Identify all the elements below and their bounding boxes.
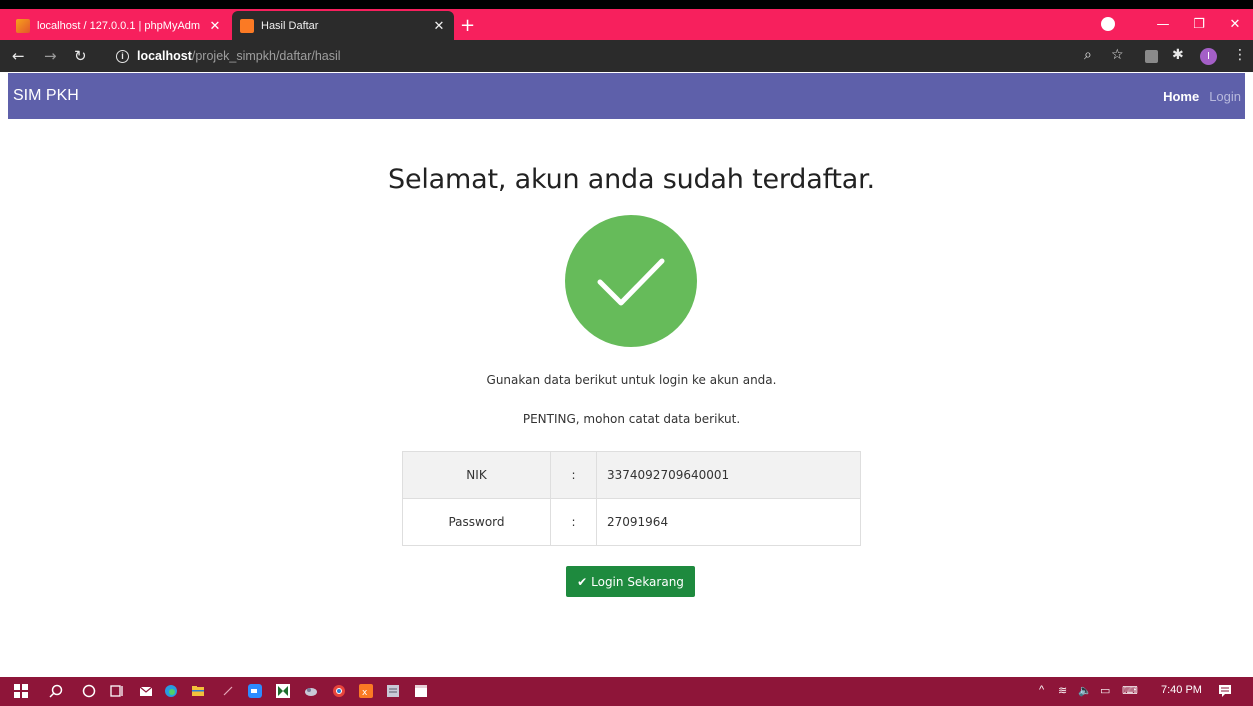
cortana-icon[interactable] <box>82 684 96 698</box>
restore-icon[interactable]: ❐ <box>1181 17 1217 32</box>
xampp-favicon-icon <box>240 18 254 33</box>
instruction-text: Gunakan data berikut untuk login ke akun… <box>486 373 777 387</box>
credential-value: 3374092709640001 <box>596 451 861 499</box>
credential-label: Password <box>402 498 551 546</box>
navbar-links: Home Login <box>1163 89 1241 104</box>
window-top-strip <box>0 0 1253 9</box>
windows-start-icon[interactable] <box>14 684 28 698</box>
keyboard-icon[interactable]: ⌨ <box>1122 684 1138 697</box>
url-path: /projek_simpkh/daftar/hasil <box>191 49 341 63</box>
window-controls: — ❐ ✕ <box>1145 9 1253 40</box>
credential-label: NIK <box>402 451 551 499</box>
important-notice: PENTING, mohon catat data berikut. <box>522 412 741 426</box>
credentials-table: NIK : 3374092709640001 Password : 270919… <box>402 451 861 546</box>
edge-browser-icon[interactable] <box>164 684 178 698</box>
new-tab-button[interactable]: + <box>460 17 475 35</box>
tab-close-icon[interactable]: ✕ <box>208 18 222 34</box>
volume-icon[interactable]: 🔈 <box>1078 684 1092 697</box>
credential-separator: : <box>550 451 597 499</box>
back-arrow-icon[interactable]: ← <box>12 47 25 65</box>
tab-title: localhost / 127.0.0.1 | phpMyAdm <box>37 19 201 32</box>
notification-center-icon[interactable] <box>1218 684 1232 698</box>
browser-tab-bar: localhost / 127.0.0.1 | phpMyAdm ✕ Hasil… <box>0 9 1253 40</box>
forward-arrow-icon[interactable]: → <box>44 47 57 65</box>
close-window-icon[interactable]: ✕ <box>1217 17 1253 32</box>
extension-icon[interactable] <box>1145 50 1158 63</box>
navbar-brand[interactable]: SIM PKH <box>13 87 79 105</box>
windows-taskbar: x ^ ≋ 🔈 ▭ ⌨ 7:40 PM <box>0 677 1253 706</box>
address-bar[interactable]: i localhost/projek_simpkh/daftar/hasil <box>104 44 1114 68</box>
document-app-icon[interactable] <box>386 684 400 698</box>
notepad-plus-icon[interactable] <box>276 684 290 698</box>
table-row: Password : 27091964 <box>402 498 861 546</box>
profile-avatar[interactable]: I <box>1200 48 1217 65</box>
zoom-icon[interactable]: ⌕ <box>1084 47 1092 63</box>
success-check-icon <box>565 215 697 347</box>
checkmark-icon: ✔ <box>577 574 588 589</box>
tab-close-icon[interactable]: ✕ <box>432 18 446 34</box>
zoom-app-icon[interactable] <box>248 684 262 698</box>
search-icon[interactable] <box>49 684 63 698</box>
login-button-label: Login Sekarang <box>591 574 684 589</box>
minimize-icon[interactable]: — <box>1145 17 1181 32</box>
extensions-puzzle-icon[interactable]: ✱ <box>1172 47 1184 63</box>
credential-value: 27091964 <box>596 498 861 546</box>
url-host: localhost <box>137 49 192 63</box>
page-title: Selamat, akun anda sudah terdaftar. <box>388 164 875 195</box>
table-row: NIK : 3374092709640001 <box>402 451 861 499</box>
bookmark-star-icon[interactable]: ☆ <box>1111 47 1124 63</box>
xampp-taskbar-icon[interactable]: x <box>359 684 373 698</box>
task-view-icon[interactable] <box>110 684 124 698</box>
chrome-taskbar-icon[interactable] <box>332 684 346 698</box>
media-app-icon[interactable] <box>304 684 318 698</box>
reload-icon[interactable]: ↻ <box>74 47 87 65</box>
tab-title: Hasil Daftar <box>261 19 319 32</box>
file-explorer-icon[interactable] <box>191 684 205 698</box>
tab-hasil-daftar[interactable]: Hasil Daftar ✕ <box>232 11 454 40</box>
site-info-icon[interactable]: i <box>116 49 129 63</box>
phpmyadmin-favicon-icon <box>16 18 30 33</box>
svg-text:x: x <box>362 688 368 698</box>
login-now-button[interactable]: ✔ Login Sekarang <box>566 566 695 597</box>
pin-icon[interactable] <box>221 684 235 698</box>
nav-home-link[interactable]: Home <box>1163 89 1199 104</box>
battery-icon[interactable]: ▭ <box>1100 684 1110 697</box>
clock-time[interactable]: 7:40 PM <box>1161 684 1202 696</box>
nav-login-link[interactable]: Login <box>1209 89 1241 104</box>
browser-toolbar: ← → ↻ i localhost/projek_simpkh/daftar/h… <box>0 40 1253 72</box>
wifi-icon[interactable]: ≋ <box>1058 684 1067 697</box>
show-hidden-icons-icon[interactable]: ^ <box>1039 684 1044 696</box>
tab-phpmyadmin[interactable]: localhost / 127.0.0.1 | phpMyAdm ✕ <box>8 11 230 40</box>
app-navbar: SIM PKH Home Login <box>8 73 1245 119</box>
video-editor-icon[interactable] <box>414 684 428 698</box>
credential-separator: : <box>550 498 597 546</box>
mail-icon[interactable] <box>139 684 153 698</box>
menu-kebab-icon[interactable]: ⋮ <box>1233 47 1247 63</box>
chrome-update-icon[interactable] <box>1101 17 1115 31</box>
